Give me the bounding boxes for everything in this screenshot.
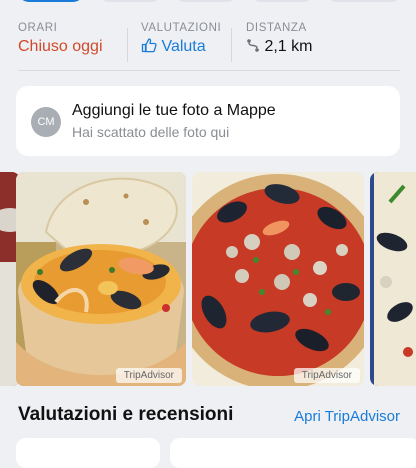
photo-credit: TripAdvisor xyxy=(293,368,360,383)
divider xyxy=(127,28,128,62)
hours-section[interactable]: ORARI Chiuso oggi xyxy=(18,22,103,56)
rating-section[interactable]: VALUTAZIONI Valuta xyxy=(141,22,221,56)
gallery-photo-seafood-pizza[interactable]: TripAdvisor xyxy=(192,172,364,386)
reviews-section-title: Valutazioni e recensioni xyxy=(18,404,234,425)
hours-value: Chiuso oggi xyxy=(18,38,103,55)
action-pill[interactable] xyxy=(174,0,238,2)
action-pill[interactable] xyxy=(98,0,162,2)
hours-label: ORARI xyxy=(18,22,58,34)
distance-value-row: 2,1 km xyxy=(246,38,312,56)
divider xyxy=(18,70,400,71)
add-photos-card[interactable]: CM Aggiungi le tue foto a Mappe Hai scat… xyxy=(16,86,400,156)
rating-label: VALUTAZIONI xyxy=(141,22,222,34)
review-card[interactable] xyxy=(170,438,416,468)
distance-value: 2,1 km xyxy=(264,38,313,55)
open-tripadvisor-link[interactable]: Apri TripAdvisor xyxy=(294,408,400,425)
info-row: ORARI Chiuso oggi VALUTAZIONI Valuta DIS… xyxy=(0,22,416,66)
avatar: CM xyxy=(31,107,61,137)
photo-credit: TripAdvisor xyxy=(115,368,182,383)
gallery-photo-pizza-bowl[interactable]: TripAdvisor xyxy=(16,172,186,386)
top-action-pills xyxy=(0,0,416,6)
gallery-photo-partial-right[interactable] xyxy=(370,172,416,386)
thumbs-up-icon xyxy=(141,38,161,55)
action-pill-primary[interactable] xyxy=(18,0,84,2)
distance-label: DISTANZA xyxy=(246,22,307,34)
photo-gallery[interactable]: TripAdvisor TripAdvisor xyxy=(0,172,416,386)
distance-section[interactable]: DISTANZA 2,1 km xyxy=(246,22,312,56)
rate-button[interactable]: Valuta xyxy=(141,38,221,56)
action-pill[interactable] xyxy=(326,0,402,2)
add-photos-subtitle: Hai scattato delle foto qui xyxy=(72,124,230,140)
action-pill[interactable] xyxy=(250,0,314,2)
review-card[interactable] xyxy=(16,438,160,468)
rate-label: Valuta xyxy=(161,38,206,55)
add-photos-title: Aggiungi le tue foto a Mappe xyxy=(72,102,276,119)
divider xyxy=(231,28,232,62)
route-icon xyxy=(246,38,264,55)
